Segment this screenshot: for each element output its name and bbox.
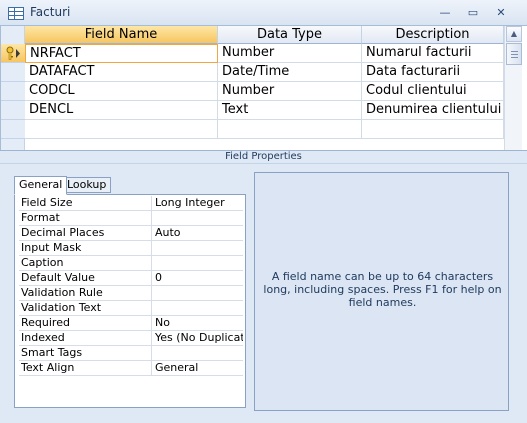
row-selector[interactable] <box>1 82 25 101</box>
property-row[interactable]: Caption <box>19 256 243 271</box>
property-value[interactable] <box>151 256 243 270</box>
property-value[interactable] <box>151 241 243 255</box>
data-type-cell[interactable] <box>218 120 362 139</box>
description-cell[interactable]: Data facturarii <box>362 63 504 82</box>
property-value[interactable]: General <box>151 361 243 375</box>
property-name: Validation Rule <box>21 286 103 299</box>
property-row[interactable]: Decimal Places Auto <box>19 226 243 241</box>
property-name: Field Size <box>21 196 73 209</box>
property-name: Format <box>21 211 60 224</box>
property-name: Indexed <box>21 331 65 344</box>
maximize-button[interactable]: ▭ <box>462 5 484 21</box>
field-properties-title: Field Properties <box>0 150 527 164</box>
tab-general[interactable]: General <box>14 176 68 195</box>
property-row[interactable]: Default Value 0 <box>19 271 243 286</box>
data-type-cell[interactable]: Date/Time <box>218 63 362 82</box>
property-name: Validation Text <box>21 301 102 314</box>
property-value[interactable] <box>151 301 243 315</box>
property-value[interactable] <box>151 286 243 300</box>
property-name: Default Value <box>21 271 95 284</box>
table-row[interactable]: CODCL Number Codul clientului <box>1 82 504 101</box>
vertical-scrollbar[interactable]: ▲ <box>504 26 522 150</box>
row-selector[interactable] <box>1 44 25 63</box>
property-name: Text Align <box>21 361 75 374</box>
data-type-cell[interactable]: Number <box>218 82 362 101</box>
close-button[interactable]: ✕ <box>490 5 512 21</box>
column-header-description[interactable]: Description <box>362 26 504 44</box>
row-selector[interactable] <box>1 120 25 139</box>
field-name-cell[interactable]: DATAFACT <box>25 63 218 82</box>
property-value[interactable]: Yes (No Duplicates) <box>151 331 243 345</box>
table-row[interactable]: NRFACT Number Numarul facturii <box>1 44 504 63</box>
field-name-cell[interactable]: CODCL <box>25 82 218 101</box>
property-name: Input Mask <box>21 241 82 254</box>
minimize-button[interactable]: — <box>434 5 456 21</box>
scroll-up-arrow-icon[interactable]: ▲ <box>506 26 522 42</box>
description-cell[interactable]: Codul clientului <box>362 82 504 101</box>
property-row[interactable]: Validation Rule <box>19 286 243 301</box>
description-cell[interactable] <box>362 120 504 139</box>
field-name-cell[interactable] <box>25 120 218 139</box>
description-cell[interactable]: Numarul facturii <box>362 44 504 63</box>
field-name-cell[interactable]: NRFACT <box>25 44 218 63</box>
property-row[interactable]: Field Size Long Integer <box>19 196 243 211</box>
property-value[interactable]: No <box>151 316 243 330</box>
tab-lookup[interactable]: Lookup <box>62 177 112 193</box>
column-header-data-type[interactable]: Data Type <box>218 26 362 44</box>
field-design-grid: Field Name Data Type Description NRFACT … <box>0 26 527 150</box>
property-name: Smart Tags <box>21 346 83 359</box>
table-row[interactable]: DENCL Text Denumirea clientului <box>1 101 504 120</box>
help-text: A field name can be up to 64 characters … <box>263 270 502 309</box>
property-value[interactable]: Auto <box>151 226 243 240</box>
property-value[interactable] <box>151 346 243 360</box>
property-row[interactable]: Required No <box>19 316 243 331</box>
table-row[interactable]: DATAFACT Date/Time Data facturarii <box>1 63 504 82</box>
property-value[interactable]: 0 <box>151 271 243 285</box>
data-type-cell[interactable]: Text <box>218 101 362 120</box>
property-row[interactable]: Indexed Yes (No Duplicates) <box>19 331 243 346</box>
property-row[interactable]: Format <box>19 211 243 226</box>
property-name: Required <box>21 316 70 329</box>
data-type-cell[interactable]: Number <box>218 44 362 63</box>
title-bar[interactable]: Facturi — ▭ ✕ <box>0 0 527 26</box>
column-header-field-name[interactable]: Field Name <box>25 26 218 44</box>
property-row[interactable]: Text Align General <box>19 361 243 376</box>
field-name-cell[interactable]: DENCL <box>25 101 218 120</box>
table-row[interactable] <box>1 120 504 139</box>
window-title: Facturi <box>30 5 71 19</box>
property-row[interactable]: Validation Text <box>19 301 243 316</box>
help-panel: A field name can be up to 64 characters … <box>254 172 509 411</box>
scrollbar-thumb[interactable] <box>506 43 522 65</box>
row-selector[interactable] <box>1 63 25 82</box>
description-cell[interactable]: Denumirea clientului <box>362 101 504 120</box>
property-name: Decimal Places <box>21 226 105 239</box>
property-row[interactable]: Smart Tags <box>19 346 243 361</box>
property-value[interactable]: Long Integer <box>151 196 243 210</box>
key-icon <box>6 46 20 60</box>
property-row[interactable]: Input Mask <box>19 241 243 256</box>
field-properties-pane: General Lookup Field Size Long Integer F… <box>0 164 527 423</box>
row-selector[interactable] <box>1 101 25 120</box>
table-icon <box>8 7 24 20</box>
property-name: Caption <box>21 256 64 269</box>
property-sheet: Field Size Long Integer Format Decimal P… <box>14 194 246 408</box>
property-value[interactable] <box>151 211 243 225</box>
